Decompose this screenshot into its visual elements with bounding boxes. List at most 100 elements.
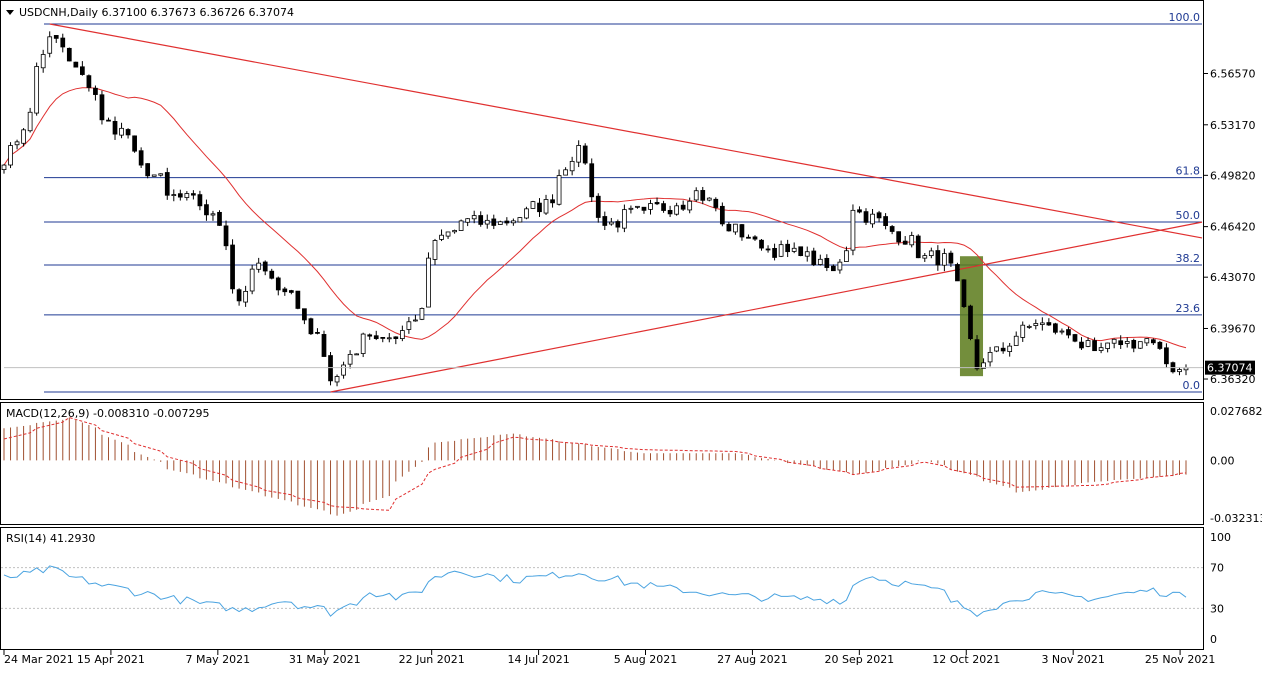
rsi-tick-label: 0 <box>1210 633 1217 646</box>
candle-body <box>987 351 993 363</box>
candle-body <box>360 333 366 354</box>
candle-body <box>628 207 634 210</box>
candle-body <box>1092 340 1097 352</box>
candle-body <box>844 250 849 262</box>
candle-body <box>739 224 745 238</box>
candle-body <box>288 290 294 293</box>
candle-body <box>1039 322 1045 325</box>
candle-body <box>197 194 203 207</box>
candle-body <box>432 240 438 260</box>
fib-label-50-0: 50.0 <box>1176 209 1201 222</box>
candle-body <box>719 205 725 225</box>
chart-window: 100.0 61.8 50.0 38.2 23.6 0.0 6.56570 6.53170 6… <box>0 0 1262 671</box>
candle-body <box>804 251 810 257</box>
price-tick-label: 6.53170 <box>1210 119 1256 132</box>
candle-body <box>393 336 399 339</box>
candle-body <box>478 215 484 225</box>
candle-body <box>563 169 568 176</box>
candle-body <box>295 290 301 309</box>
date-tick-label: 14 Jul 2021 <box>507 653 569 666</box>
candle-body <box>1046 322 1052 326</box>
date-tick-label: 15 Apr 2021 <box>77 653 145 666</box>
candle-body <box>772 247 777 258</box>
candle-body <box>955 264 960 282</box>
candle-body <box>60 37 66 48</box>
candle-body <box>1164 347 1169 365</box>
candle-body <box>817 258 823 265</box>
candle-body <box>138 150 144 166</box>
price-tick-label: 6.49820 <box>1210 169 1256 182</box>
candle-body <box>948 252 954 264</box>
candle-body <box>1020 324 1026 338</box>
candle-body <box>341 364 346 376</box>
candle-body <box>576 145 582 163</box>
candle-body <box>778 244 784 257</box>
macd-tick-label: -0.032313 <box>1210 512 1262 525</box>
candle-body <box>680 204 686 210</box>
candle-body <box>1124 341 1130 344</box>
symbol-header: USDCNH,Daily 6.37100 6.37673 6.36726 6.3… <box>19 6 294 19</box>
candle-body <box>236 289 242 302</box>
date-tick-label: 3 Nov 2021 <box>1041 653 1104 666</box>
candle-body <box>752 236 758 240</box>
candle-body <box>811 250 817 266</box>
candle-body <box>256 262 262 270</box>
candle-body <box>302 308 307 321</box>
candle-body <box>73 61 79 68</box>
candle-body <box>831 265 836 272</box>
fib-label-0-0: 0.0 <box>1183 379 1201 392</box>
candle-body <box>635 205 640 208</box>
candle-body <box>465 218 471 223</box>
date-tick-label: 27 Aug 2021 <box>717 653 787 666</box>
candle-body <box>1026 325 1032 328</box>
candle-body <box>27 111 33 132</box>
date-tick-label: 24 Mar 2021 <box>4 653 74 666</box>
candle-body <box>785 243 791 253</box>
candle-body <box>177 193 183 198</box>
candle-body <box>968 305 973 339</box>
candle-body <box>334 376 340 383</box>
candle-body <box>452 230 457 233</box>
candle-body <box>151 174 157 177</box>
candle-body <box>210 213 216 216</box>
candle-body <box>386 337 392 340</box>
candle-body <box>1157 341 1163 349</box>
candle-body <box>1059 330 1065 333</box>
candle-body <box>909 235 915 246</box>
candle-body <box>354 353 359 356</box>
candle-body <box>66 47 72 62</box>
candle-body <box>262 261 268 272</box>
candle-body <box>1177 369 1182 373</box>
price-tick-label: 6.46420 <box>1210 221 1256 234</box>
fib-label-100-0: 100.0 <box>1169 11 1201 24</box>
current-price-label: 6.37074 <box>1207 362 1253 375</box>
candle-body <box>863 211 869 223</box>
candle-body <box>164 172 170 196</box>
candle-body <box>641 206 647 211</box>
candle-body <box>706 197 712 201</box>
candle-body <box>837 261 843 271</box>
candle-body <box>14 141 20 146</box>
fib-label-23-6: 23.6 <box>1176 302 1201 315</box>
candle-body <box>308 318 314 335</box>
rsi-tick-label: 30 <box>1210 602 1224 615</box>
candle-body <box>511 220 516 224</box>
candle-body <box>34 66 40 114</box>
chart-svg: 100.0 61.8 50.0 38.2 23.6 0.0 6.56570 6.53170 6… <box>0 0 1262 666</box>
candle-body <box>870 213 875 225</box>
candle-body <box>491 218 497 226</box>
candle-body <box>8 145 13 166</box>
candle-body <box>693 190 699 201</box>
candle-body <box>439 234 444 240</box>
macd-tick-label: 0.00 <box>1210 454 1235 467</box>
candle-body <box>86 75 92 88</box>
candle-body <box>53 35 59 39</box>
candle-body <box>556 175 562 205</box>
candle-body <box>243 290 248 303</box>
candle-body <box>315 331 320 334</box>
candle-body <box>733 223 738 233</box>
candle-body <box>497 221 503 225</box>
candle-body <box>328 355 333 382</box>
candle-body <box>191 193 196 196</box>
candle-body <box>922 255 928 259</box>
